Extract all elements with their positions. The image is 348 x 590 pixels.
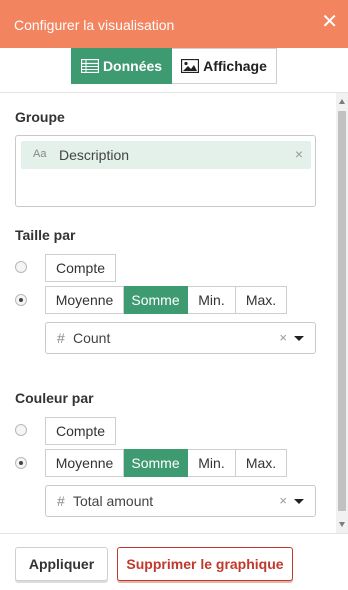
group-section-label: Groupe — [15, 109, 65, 125]
color-field-value: Total amount — [73, 493, 154, 509]
scroll-up-icon[interactable] — [339, 99, 345, 104]
scroll-thumb[interactable] — [338, 111, 346, 511]
size-sum-button[interactable]: Somme — [124, 286, 188, 314]
config-panel: Groupe Aa Description × Taille par Compt… — [0, 93, 336, 533]
scroll-down-icon[interactable] — [339, 522, 345, 527]
size-field-value: Count — [73, 330, 111, 346]
size-count-button[interactable]: Compte — [45, 254, 116, 282]
tab-affichage-label: Affichage — [203, 58, 267, 74]
caret-down-icon[interactable] — [294, 499, 304, 504]
clear-icon[interactable]: × — [279, 493, 287, 508]
image-icon — [181, 59, 200, 73]
size-section-label: Taille par — [15, 227, 76, 243]
color-field-select[interactable]: # Total amount × — [45, 485, 316, 517]
apply-button[interactable]: Appliquer — [15, 547, 108, 581]
clear-icon[interactable]: × — [279, 330, 287, 345]
dialog-title: Configurer la visualisation — [14, 17, 175, 33]
table-icon — [80, 59, 99, 73]
dialog-header: Configurer la visualisation ✕ — [0, 0, 348, 48]
size-mean-button[interactable]: Moyenne — [45, 286, 124, 314]
color-min-button[interactable]: Min. — [188, 449, 236, 477]
close-icon[interactable]: ✕ — [321, 12, 338, 32]
delete-chart-button[interactable]: Supprimer le graphique — [117, 547, 293, 581]
color-aggregation-group: Moyenne Somme Min. Max. — [45, 449, 287, 477]
size-min-button[interactable]: Min. — [188, 286, 236, 314]
color-section-label: Couleur par — [15, 390, 94, 406]
text-type-icon: Aa — [33, 148, 47, 160]
color-sum-button[interactable]: Somme — [124, 449, 188, 477]
caret-down-icon[interactable] — [294, 336, 304, 341]
color-count-radio[interactable] — [15, 424, 27, 436]
group-dropzone[interactable]: Aa Description × — [15, 135, 316, 207]
panel-scrollbar[interactable] — [336, 93, 348, 533]
color-mean-button[interactable]: Moyenne — [45, 449, 124, 477]
size-field-select[interactable]: # Count × — [45, 322, 316, 354]
color-aggregation-radio[interactable] — [15, 457, 27, 469]
color-count-button[interactable]: Compte — [45, 417, 116, 445]
color-max-button[interactable]: Max. — [236, 449, 287, 477]
size-max-button[interactable]: Max. — [236, 286, 287, 314]
group-field-chip[interactable]: Aa Description × — [21, 141, 311, 169]
size-count-radio[interactable] — [15, 261, 27, 273]
tab-donnees[interactable]: Données — [71, 48, 172, 84]
tab-donnees-label: Données — [102, 58, 163, 74]
view-tabs: Données Affichage — [71, 48, 277, 84]
size-aggregation-radio[interactable] — [15, 294, 27, 306]
size-aggregation-group: Moyenne Somme Min. Max. — [45, 286, 287, 314]
dialog-footer: Appliquer Supprimer le graphique — [0, 533, 348, 590]
number-type-icon: # — [57, 493, 65, 509]
remove-chip-icon[interactable]: × — [295, 146, 303, 162]
tab-affichage[interactable]: Affichage — [172, 48, 277, 84]
number-type-icon: # — [57, 330, 65, 346]
group-field-label: Description — [59, 147, 130, 163]
